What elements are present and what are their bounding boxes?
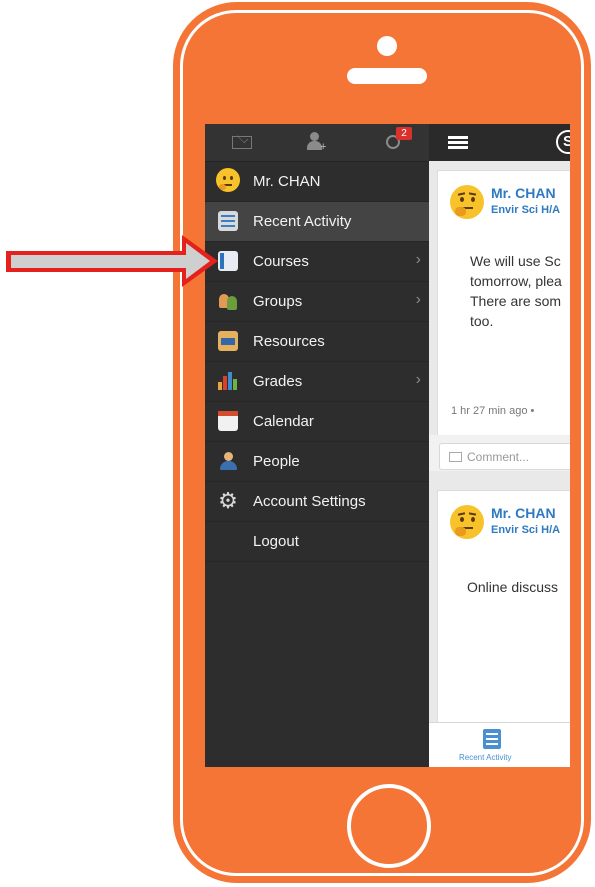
- bottom-tab-bar: Recent Activity: [429, 722, 570, 767]
- sidebar-item-label: Mr. CHAN: [253, 173, 321, 190]
- tab-recent-activity[interactable]: Recent Activity: [459, 753, 511, 762]
- avatar[interactable]: [450, 505, 484, 539]
- add-connection-icon[interactable]: +: [305, 132, 327, 153]
- schoology-logo-icon[interactable]: S: [556, 130, 570, 154]
- sidebar-item-label: Calendar: [253, 413, 314, 430]
- sidebar-item-label: Logout: [253, 533, 299, 550]
- pointer-arrow: [6, 235, 218, 287]
- post-timestamp: 1 hr 27 min ago •: [451, 405, 535, 417]
- sidebar-item-label: Grades: [253, 373, 303, 390]
- sidebar-item-grades[interactable]: Grades ›: [205, 362, 429, 402]
- post-course-link[interactable]: Envir Sci H/A: [491, 204, 560, 216]
- comment-input[interactable]: Comment...: [439, 443, 570, 470]
- sidebar-item-label: Account Settings: [253, 493, 366, 510]
- comment-area: Comment...: [429, 435, 570, 471]
- post-author-link[interactable]: Mr. CHAN: [491, 505, 556, 521]
- gear-icon: ⚙: [218, 488, 238, 513]
- sidebar-item-logout[interactable]: Logout: [205, 522, 429, 562]
- mail-icon[interactable]: [232, 136, 252, 149]
- resources-icon: [218, 331, 238, 351]
- sidebar: + 2 Mr. CHAN Recent Activity Courses › G…: [205, 124, 429, 767]
- chevron-right-icon: ›: [415, 291, 421, 308]
- sidebar-item-label: Recent Activity: [253, 213, 352, 230]
- calendar-icon: [218, 411, 238, 431]
- sidebar-item-resources[interactable]: Resources: [205, 322, 429, 362]
- sidebar-item-label: Resources: [253, 333, 325, 350]
- sidebar-item-recent-activity[interactable]: Recent Activity: [205, 202, 429, 242]
- speaker-grille: [347, 68, 427, 84]
- sidebar-item-calendar[interactable]: Calendar: [205, 402, 429, 442]
- notification-badge: 2: [396, 127, 412, 140]
- groups-icon: [218, 291, 238, 311]
- menu-icon[interactable]: [448, 136, 468, 150]
- app-screen: + 2 Mr. CHAN Recent Activity Courses › G…: [205, 124, 570, 767]
- post-body: Online discuss: [467, 579, 559, 595]
- person-icon: [218, 451, 238, 471]
- sidebar-menu: Mr. CHAN Recent Activity Courses › Group…: [205, 162, 429, 562]
- sidebar-item-label: Courses: [253, 253, 309, 270]
- sidebar-toolbar: + 2: [205, 124, 429, 162]
- sidebar-item-label: People: [253, 453, 300, 470]
- recent-activity-tab-icon[interactable]: [483, 729, 501, 749]
- sidebar-item-groups[interactable]: Groups ›: [205, 282, 429, 322]
- post-body: We will use Sc tomorrow, plea There are …: [470, 253, 562, 329]
- chevron-right-icon: ›: [415, 371, 421, 388]
- camera-icon: [377, 36, 397, 56]
- comment-icon: [449, 452, 462, 462]
- chevron-right-icon: ›: [415, 251, 421, 268]
- post-author-link[interactable]: Mr. CHAN: [491, 185, 556, 201]
- post-course-link[interactable]: Envir Sci H/A: [491, 524, 560, 536]
- avatar[interactable]: [450, 185, 484, 219]
- feed-post: Mr. CHAN Envir Sci H/A Online discuss: [437, 490, 570, 732]
- sidebar-item-courses[interactable]: Courses ›: [205, 242, 429, 282]
- sidebar-item-label: Groups: [253, 293, 303, 310]
- feed-post: Mr. CHAN Envir Sci H/A We will use Sc to…: [437, 170, 570, 438]
- main-content: S Mr. CHAN Envir Sci H/A We will use Sc …: [429, 124, 570, 767]
- avatar: [216, 168, 240, 192]
- sidebar-item-profile[interactable]: Mr. CHAN: [205, 162, 429, 202]
- sidebar-item-account-settings[interactable]: ⚙ Account Settings: [205, 482, 429, 522]
- bar-chart-icon: [218, 371, 238, 391]
- home-button[interactable]: [347, 784, 431, 868]
- header-bar: S: [429, 124, 570, 161]
- sidebar-item-people[interactable]: People: [205, 442, 429, 482]
